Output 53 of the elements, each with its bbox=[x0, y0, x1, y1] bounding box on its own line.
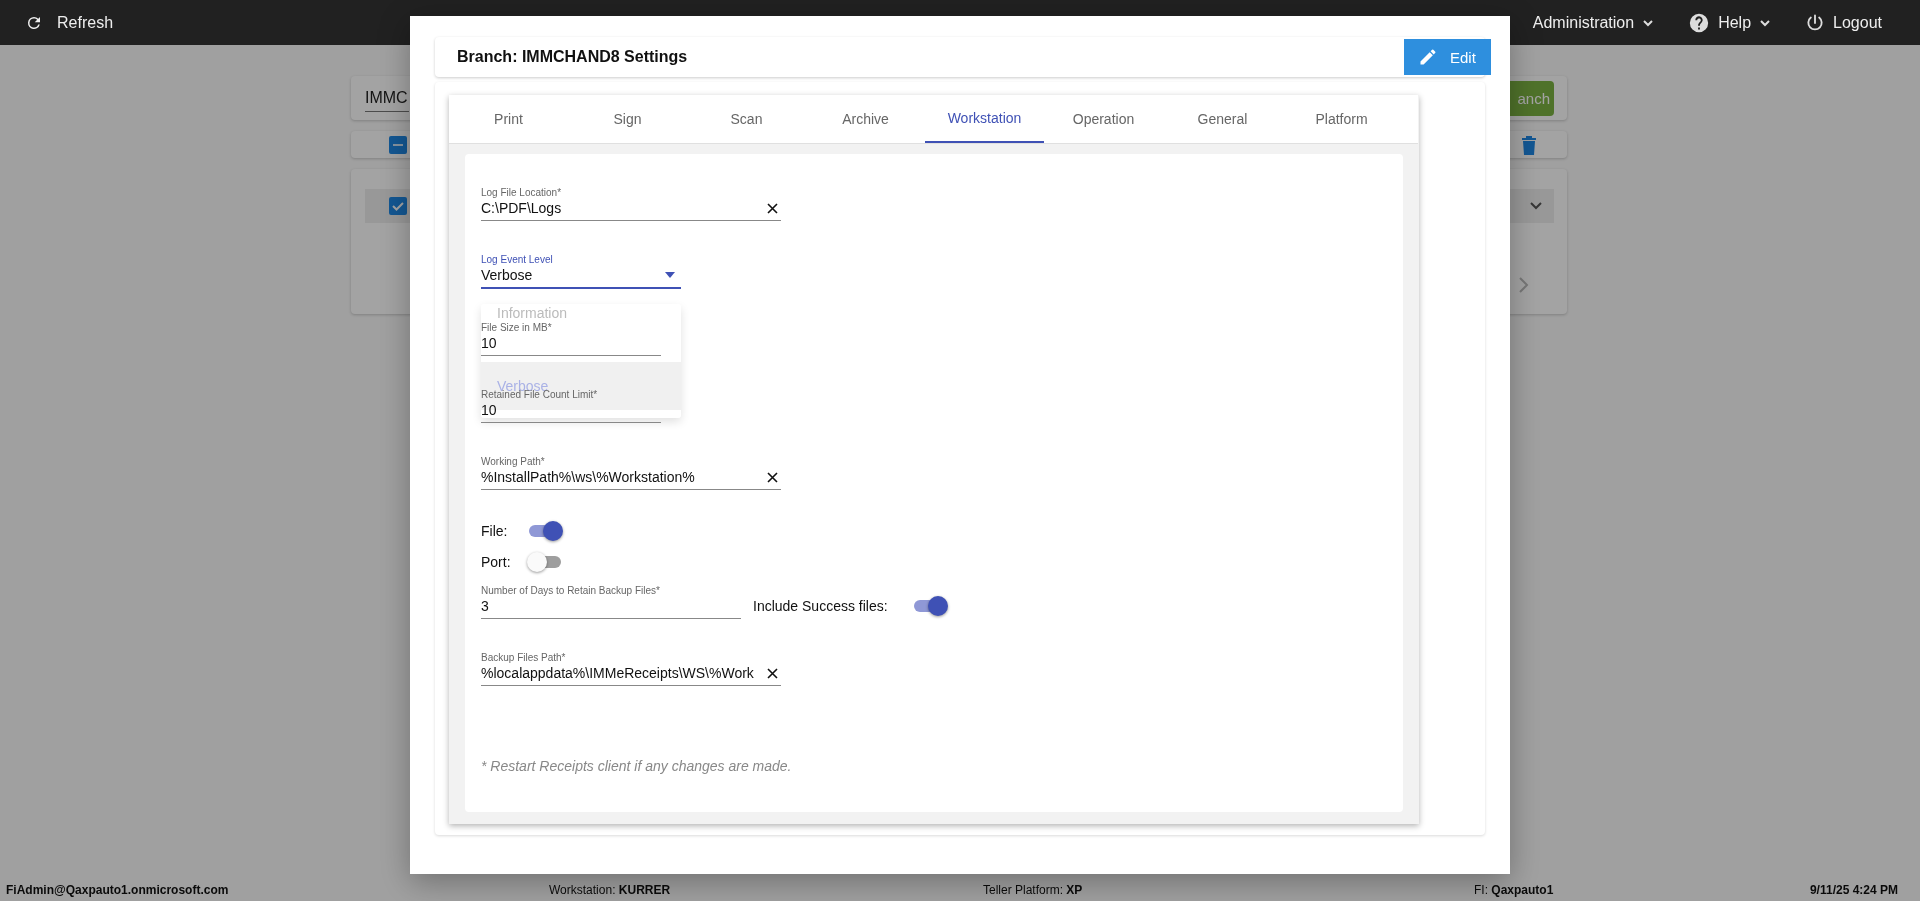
toggle-switch[interactable] bbox=[527, 521, 563, 541]
status-item: Workstation: KURRER bbox=[549, 883, 672, 897]
logout-button[interactable]: Logout bbox=[1805, 11, 1882, 34]
clear-icon[interactable] bbox=[767, 202, 778, 214]
toggle-label: Port: bbox=[481, 554, 512, 570]
text-field[interactable]: Number of Days to Retain Backup Files* 3 bbox=[481, 584, 741, 619]
text-field[interactable]: Backup Files Path* %localappdata%\IMMeReceipts\WS\%Work bbox=[481, 651, 781, 686]
select-all-checkbox[interactable] bbox=[389, 135, 407, 154]
branch-field[interactable]: IMMC bbox=[365, 84, 409, 112]
field-label: Backup Files Path* bbox=[481, 651, 567, 664]
select-field[interactable]: Log Event Level Verbose bbox=[481, 253, 681, 289]
field-value: Verbose bbox=[481, 266, 533, 284]
refresh-button[interactable]: Refresh bbox=[25, 13, 114, 32]
nav-menu[interactable]: Administration bbox=[1532, 11, 1655, 34]
text-field[interactable]: File Size in MB* 10 bbox=[481, 321, 661, 356]
field-label: Working Path* bbox=[481, 455, 546, 468]
help-icon bbox=[1688, 11, 1711, 34]
field-label: Log Event Level bbox=[481, 253, 554, 266]
field-value: %localappdata%\IMMeReceipts\WS\%Work bbox=[481, 664, 754, 682]
date-time: 9/11/25 4:24 PM bbox=[1809, 883, 1899, 897]
dialog-title: Branch: IMMCHAND8 Settings bbox=[457, 48, 688, 66]
field-value: C:\PDF\Logs bbox=[481, 199, 562, 217]
tab[interactable]: Print bbox=[449, 95, 568, 143]
text-field[interactable]: Working Path* %InstallPath%\ws\%Workstation% bbox=[481, 455, 781, 490]
field-label: Number of Days to Retain Backup Files* bbox=[481, 584, 661, 597]
dropdown-arrow-icon bbox=[665, 272, 675, 278]
pencil-icon bbox=[1418, 47, 1438, 67]
status-item: Teller Platform: XP bbox=[983, 883, 1084, 897]
power-icon bbox=[1805, 12, 1826, 33]
user-email: FiAdmin@Qaxpauto1.onmicrosoft.com bbox=[5, 883, 230, 897]
toggle-label: Include Success files: bbox=[753, 598, 888, 614]
clear-icon[interactable] bbox=[767, 667, 778, 679]
clear-icon[interactable] bbox=[767, 471, 778, 483]
tab[interactable]: Workstation bbox=[925, 95, 1044, 143]
tab[interactable]: Archive bbox=[806, 95, 925, 143]
row-checkbox[interactable] bbox=[389, 197, 407, 215]
field-label: File Size in MB* bbox=[481, 321, 553, 334]
field-value: 3 bbox=[481, 597, 489, 615]
toggle-label: File: bbox=[481, 523, 509, 539]
text-field[interactable]: Log File Location* C:\PDF\Logs bbox=[481, 186, 781, 221]
field-value: %InstallPath%\ws\%Workstation% bbox=[481, 468, 695, 486]
nav-menu[interactable]: Help bbox=[1688, 11, 1772, 34]
field-value: 10 bbox=[481, 334, 497, 352]
tab[interactable]: Scan bbox=[687, 95, 806, 143]
toggle-switch[interactable] bbox=[527, 552, 563, 572]
restart-note: * Restart Receipts client if any changes are made. bbox=[481, 758, 792, 774]
tab[interactable]: Platform bbox=[1282, 95, 1401, 143]
tab[interactable]: Operation bbox=[1044, 95, 1163, 143]
tab[interactable]: Sign bbox=[568, 95, 687, 143]
trash-icon[interactable] bbox=[1521, 134, 1537, 155]
tab[interactable]: General bbox=[1163, 95, 1282, 143]
status-item: FI: Qaxpauto1 bbox=[1474, 883, 1555, 897]
field-label: Log File Location* bbox=[481, 186, 563, 199]
